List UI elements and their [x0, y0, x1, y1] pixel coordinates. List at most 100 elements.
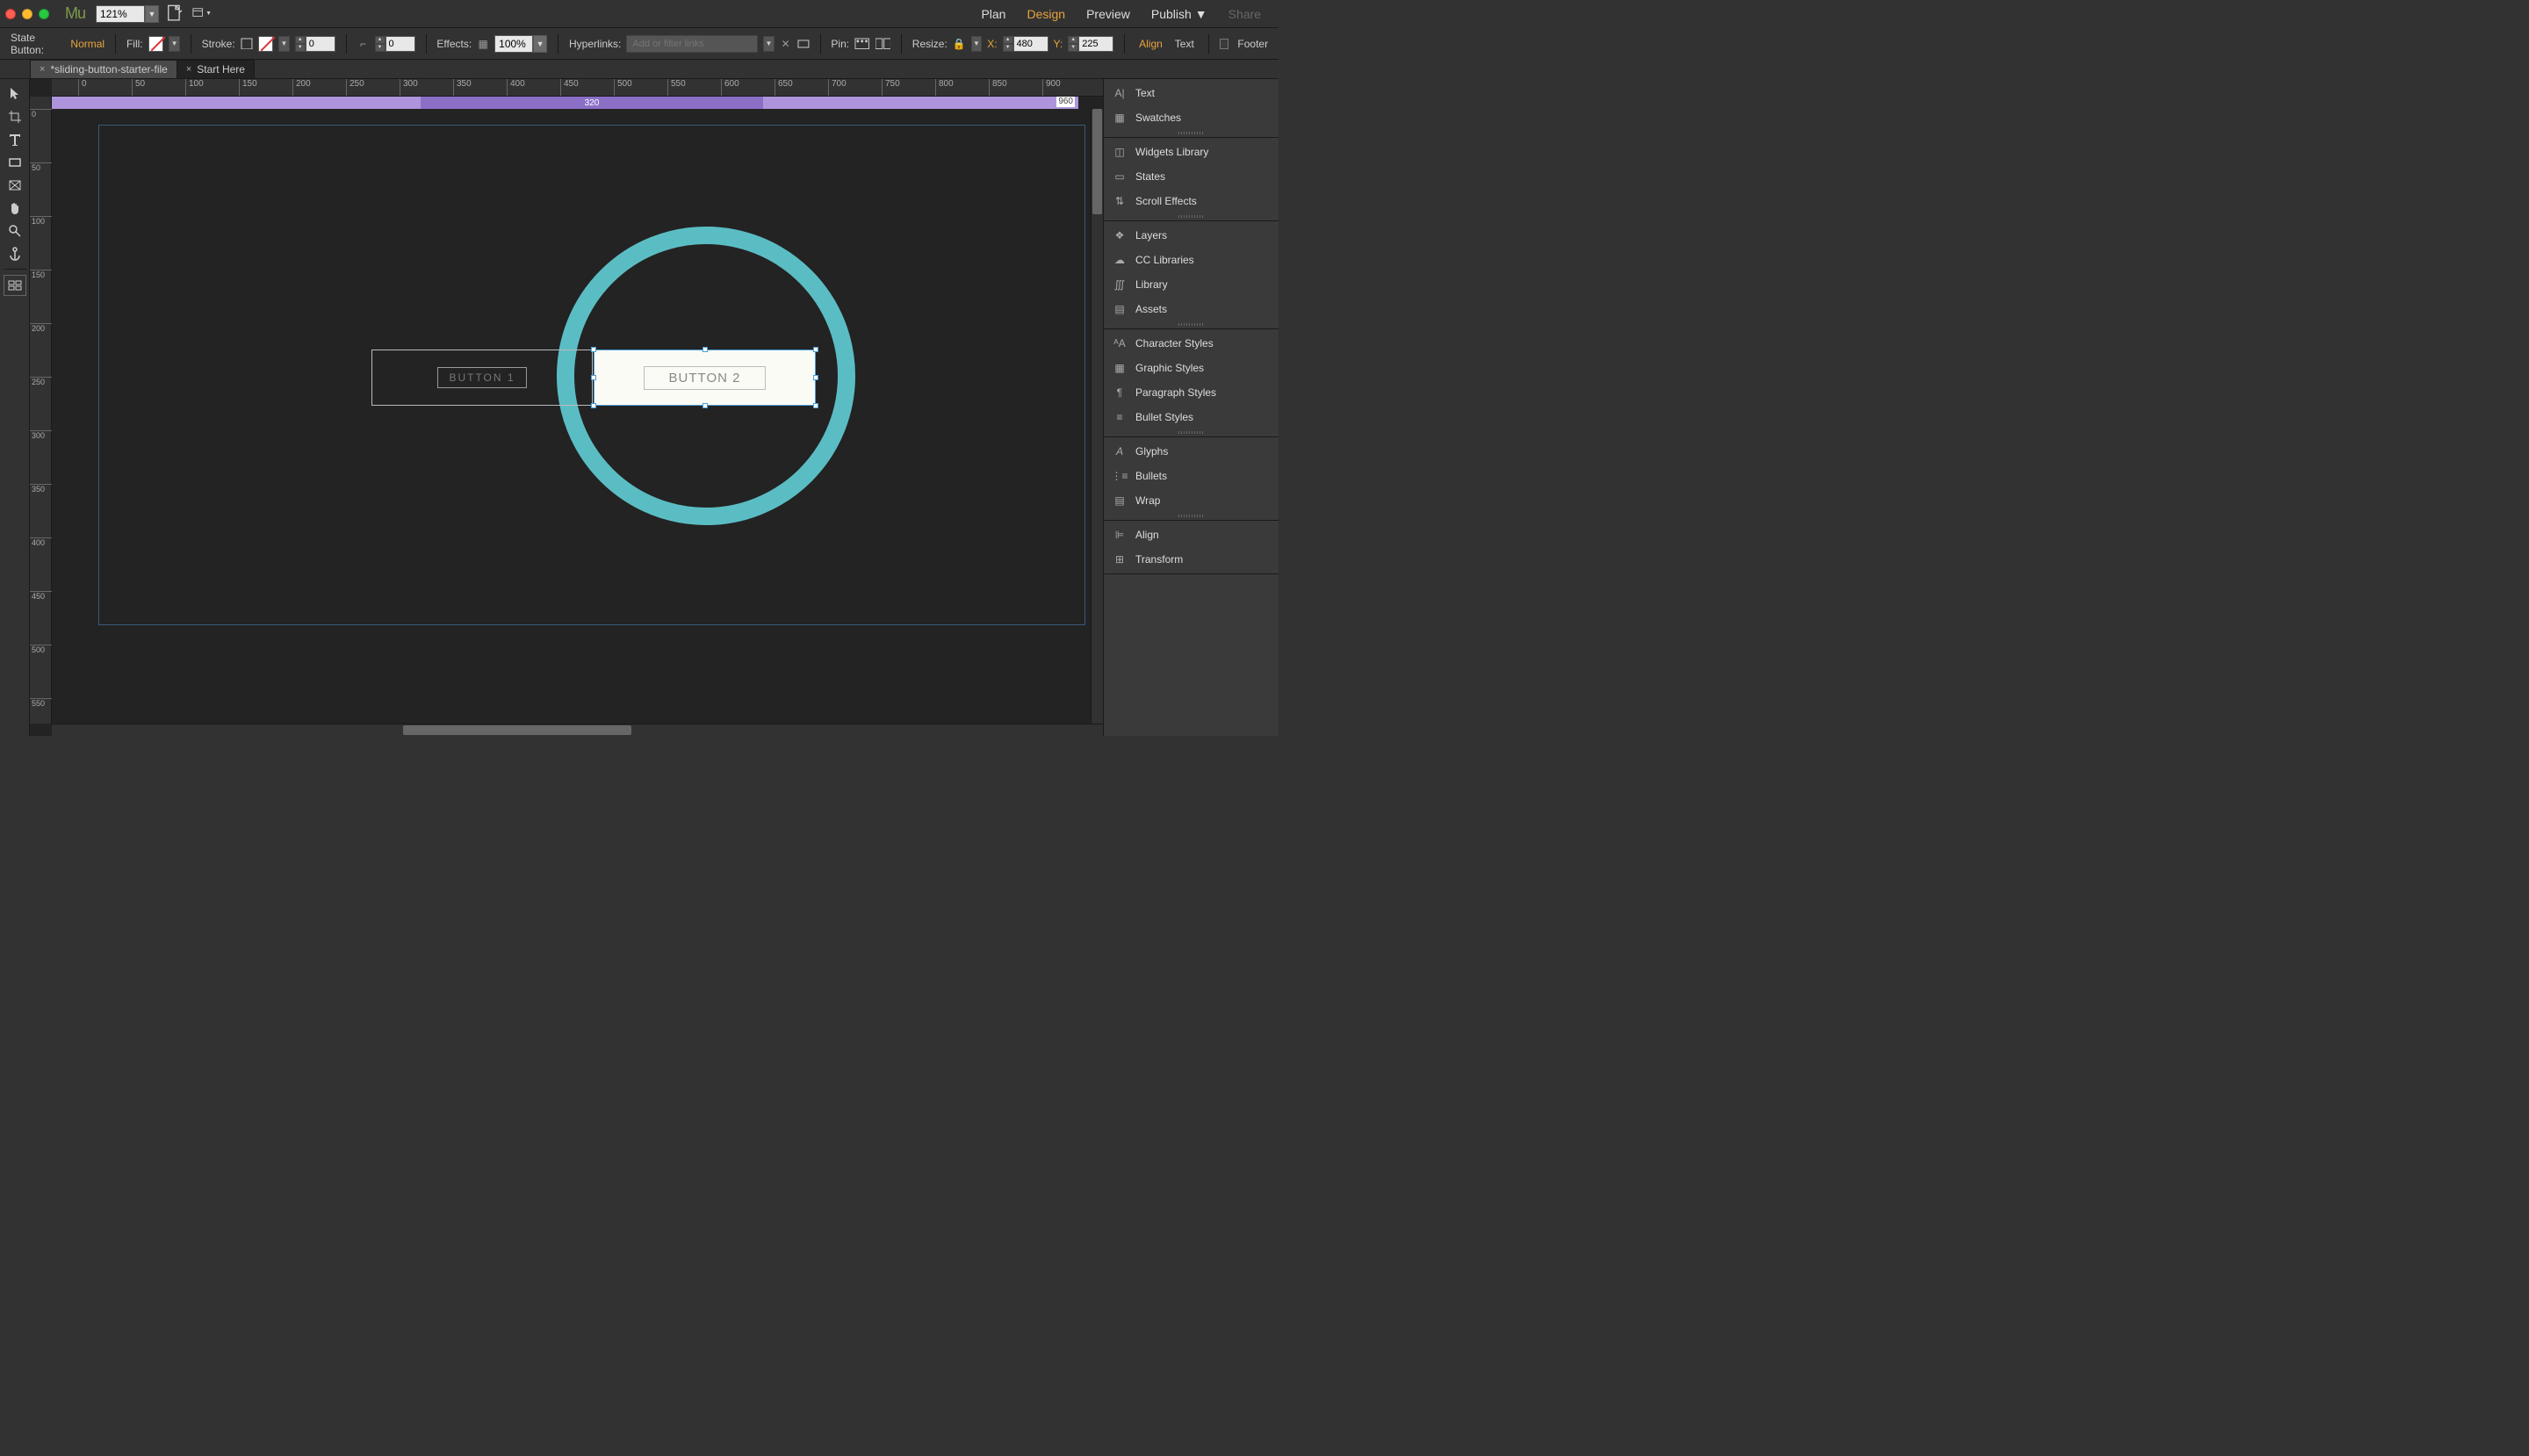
panel-glyphs[interactable]: AGlyphs [1104, 439, 1279, 464]
panel-cc-libraries[interactable]: ☁CC Libraries [1104, 248, 1279, 272]
x-spinner[interactable]: ▲▼ [1003, 36, 1048, 52]
selection-handle[interactable] [591, 403, 596, 408]
ruler-tick: 100 [30, 216, 52, 226]
opacity-dropdown[interactable]: ▼ [533, 35, 547, 53]
panel-grip[interactable] [1104, 429, 1279, 435]
crop-tool[interactable] [4, 106, 26, 127]
zoom-dropdown-arrow[interactable]: ▼ [145, 5, 159, 23]
close-window-button[interactable] [5, 9, 16, 19]
panel-bullets[interactable]: ⋮≡Bullets [1104, 464, 1279, 488]
panel-library[interactable]: ∭Library [1104, 272, 1279, 297]
x-input[interactable] [1013, 36, 1048, 52]
mode-share[interactable]: Share [1228, 7, 1261, 21]
text-panel-button[interactable]: Text [1171, 35, 1198, 53]
clear-link-icon[interactable]: ✕ [780, 37, 792, 51]
panel-layers[interactable]: ❖Layers [1104, 223, 1279, 248]
layout-tool[interactable] [4, 275, 26, 296]
rectangle-tool[interactable] [4, 152, 26, 173]
effects-icon[interactable]: ▦ [477, 37, 489, 51]
align-panel-button[interactable]: Align [1135, 35, 1166, 53]
fill-swatch[interactable] [148, 36, 164, 52]
zoom-selector[interactable]: 121% ▼ [96, 5, 159, 23]
button-2-selected[interactable]: BUTTON 2 [594, 350, 816, 406]
opacity-value[interactable]: 100% [494, 35, 533, 53]
mode-plan[interactable]: Plan [981, 7, 1005, 21]
document-tab-active[interactable]: ×Start Here [177, 60, 255, 78]
selection-tool[interactable] [4, 83, 26, 105]
stroke-weight-input[interactable] [306, 36, 335, 52]
panel-scroll-effects[interactable]: ⇅Scroll Effects [1104, 189, 1279, 213]
breakpoint-bar[interactable]: 320 960 [52, 97, 1078, 109]
zoom-tool[interactable] [4, 220, 26, 241]
panel-swatches[interactable]: ▦Swatches [1104, 105, 1279, 130]
y-spinner[interactable]: ▲▼ [1068, 36, 1113, 52]
panel-assets[interactable]: ▤Assets [1104, 297, 1279, 321]
panel-paragraph-styles[interactable]: ¶Paragraph Styles [1104, 380, 1279, 405]
close-tab-icon[interactable]: × [186, 64, 191, 75]
panel-character-styles[interactable]: ᴬACharacter Styles [1104, 331, 1279, 356]
panel-transform[interactable]: ⊞Transform [1104, 547, 1279, 572]
hand-tool[interactable] [4, 198, 26, 219]
stroke-swatch[interactable] [258, 36, 274, 52]
footer-checkbox[interactable] [1220, 39, 1229, 49]
pin-browser-icon[interactable] [854, 37, 869, 51]
zoom-value[interactable]: 121% [96, 5, 145, 23]
selection-handle[interactable] [813, 403, 818, 408]
stroke-weight-spinner[interactable]: ▲▼ [295, 36, 335, 52]
anchor-tool[interactable] [4, 243, 26, 264]
panel-widgets-library[interactable]: ◫Widgets Library [1104, 140, 1279, 164]
mode-publish[interactable]: Publish▼ [1151, 7, 1207, 21]
stroke-dropdown[interactable]: ▼ [278, 36, 289, 52]
maximize-window-button[interactable] [39, 9, 49, 19]
selection-handle[interactable] [702, 347, 708, 352]
panel-grip[interactable] [1104, 130, 1279, 135]
button-1[interactable]: BUTTON 1 [371, 350, 593, 406]
stroke-options-icon[interactable] [241, 37, 253, 51]
mode-design[interactable]: Design [1027, 7, 1065, 21]
panel-grip[interactable] [1104, 321, 1279, 327]
design-canvas[interactable]: 320 960 BUTTON 1 BUTTON 2 [52, 97, 1103, 724]
text-tool[interactable] [4, 129, 26, 150]
resize-dropdown[interactable]: ▼ [971, 36, 982, 52]
panel-align[interactable]: ⊫Align [1104, 523, 1279, 547]
mode-preview[interactable]: Preview [1086, 7, 1130, 21]
horizontal-ruler[interactable]: 0 50 100 150 200 250 300 350 400 450 500… [52, 79, 1103, 97]
y-input[interactable] [1078, 36, 1113, 52]
page-icon[interactable] [166, 4, 185, 24]
hyperlinks-input[interactable] [626, 35, 758, 53]
corner-radius-input[interactable] [385, 36, 415, 52]
horizontal-scrollbar[interactable] [52, 724, 1103, 736]
fill-dropdown[interactable]: ▼ [169, 36, 179, 52]
close-tab-icon[interactable]: × [40, 64, 45, 75]
state-button-value[interactable]: Normal [70, 38, 104, 50]
para-styles-icon: ¶ [1113, 386, 1127, 400]
selection-handle[interactable] [813, 347, 818, 352]
panel-states[interactable]: ▭States [1104, 164, 1279, 189]
panel-text[interactable]: A|Text [1104, 81, 1279, 105]
vertical-scrollbar[interactable] [1091, 109, 1103, 724]
breakpoint-960[interactable]: 960 [1056, 97, 1075, 107]
panel-label: States [1135, 170, 1165, 183]
view-options-icon[interactable]: ▼ [192, 4, 212, 24]
minimize-window-button[interactable] [22, 9, 32, 19]
glyphs-icon: A [1113, 444, 1127, 458]
corner-icon[interactable]: ⌐ [357, 37, 370, 51]
frame-tool[interactable] [4, 175, 26, 196]
panel-wrap[interactable]: ▤Wrap [1104, 488, 1279, 513]
corner-radius-spinner[interactable]: ▲▼ [375, 36, 415, 52]
panel-grip[interactable] [1104, 213, 1279, 219]
document-tab[interactable]: ×*sliding-button-starter-file [30, 60, 177, 78]
panel-grip[interactable] [1104, 513, 1279, 518]
selection-handle[interactable] [591, 375, 596, 380]
hyperlinks-dropdown[interactable]: ▼ [763, 36, 774, 52]
resize-icon[interactable]: 🔒 [953, 37, 966, 51]
selection-handle[interactable] [813, 375, 818, 380]
pin-page-icon[interactable] [875, 37, 890, 51]
link-options-icon[interactable] [797, 37, 810, 51]
selection-handle[interactable] [702, 403, 708, 408]
vertical-ruler[interactable]: 0 50 100 150 200 250 300 350 400 450 500… [30, 97, 52, 724]
selection-handle[interactable] [591, 347, 596, 352]
panel-graphic-styles[interactable]: ▦Graphic Styles [1104, 356, 1279, 380]
breakpoint-label[interactable]: 320 [421, 97, 763, 109]
panel-bullet-styles[interactable]: ≡Bullet Styles [1104, 405, 1279, 429]
